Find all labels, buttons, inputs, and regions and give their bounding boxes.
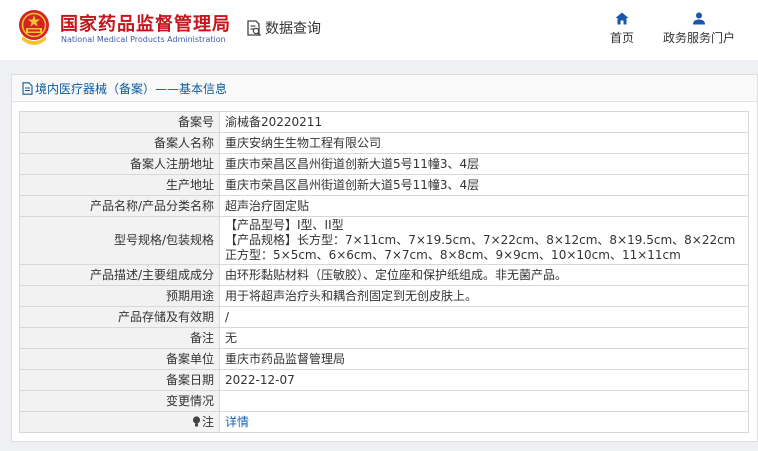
field-label-note: 注 [19,411,220,433]
model-spec-line-3: 正方型：5×5cm、6×6cm、7×7cm、8×8cm、9×9cm、10×10c… [225,248,681,262]
table-row: 备注 无 [19,327,749,349]
table-row: 产品存储及有效期 / [19,306,749,328]
field-value-storage: / [219,306,749,328]
breadcrumb: 境内医疗器械（备案）——基本信息 [12,75,757,102]
field-value-description: 由环形黏贴材料（压敏胶）、定位座和保护纸组成。非无菌产品。 [219,264,749,286]
field-value-filing-no: 渝械备20220211 [219,111,749,133]
home-icon [615,12,629,25]
table-row: 备案人注册地址 重庆市荣昌区昌州街道创新大道5号11幢3、4层 [19,153,749,175]
field-value-model-spec: 【产品型号】I型、II型 【产品规格】长方型：7×11cm、7×19.5cm、7… [219,216,749,265]
table-row: 注 详情 [19,411,749,433]
table-row: 产品名称/产品分类名称 超声治疗固定贴 [19,195,749,217]
nav-service-portal[interactable]: 政务服务门户 [662,12,736,46]
field-value-intended-use: 用于将超声治疗头和耦合剂固定到无创皮肤上。 [219,285,749,307]
table-row: 备案号 渝械备20220211 [19,111,749,133]
field-label-intended-use: 预期用途 [19,285,220,307]
table-row: 生产地址 重庆市荣昌区昌州街道创新大道5号11幢3、4层 [19,174,749,196]
field-value-production-address: 重庆市荣昌区昌州街道创新大道5号11幢3、4层 [219,174,749,196]
record-panel: 境内医疗器械（备案）——基本信息 备案号 渝械备20220211 备案人名称 重… [11,74,758,442]
field-value-change-info [219,390,749,412]
field-label-model-spec: 型号规格/包装规格 [19,216,220,265]
field-label-filer-name: 备案人名称 [19,132,220,154]
field-value-filer-address: 重庆市荣昌区昌州街道创新大道5号11幢3、4层 [219,153,749,175]
field-label-filing-unit: 备案单位 [19,348,220,370]
field-label-remark: 备注 [19,327,220,349]
site-header: 国家药品监督管理局 National Medical Products Admi… [0,0,758,60]
field-value-note: 详情 [219,411,749,433]
document-icon [22,81,33,95]
record-detail-table: 备案号 渝械备20220211 备案人名称 重庆安纳生生物工程有限公司 备案人注… [19,111,749,433]
nav-service-portal-label: 政务服务门户 [662,31,735,45]
nav-home[interactable]: 首页 [587,12,657,46]
note-label-text: 注 [201,414,214,429]
field-value-filer-name: 重庆安纳生生物工程有限公司 [219,132,749,154]
document-search-icon [247,19,261,36]
field-label-production-address: 生产地址 [19,174,220,196]
breadcrumb-text: 境内医疗器械（备案）——基本信息 [35,81,228,96]
model-spec-line-2: 【产品规格】长方型：7×11cm、7×19.5cm、7×22cm、8×12cm、… [225,233,736,247]
field-label-filing-no: 备案号 [19,111,220,133]
table-row: 变更情况 [19,390,749,412]
field-label-filer-address: 备案人注册地址 [19,153,220,175]
field-label-change-info: 变更情况 [19,390,220,412]
brand-name-en[interactable]: National Medical Products Administration [61,35,226,44]
data-query-link[interactable]: 数据查询 [246,18,321,38]
data-query-label: 数据查询 [265,21,321,37]
field-value-product-name: 超声治疗固定贴 [219,195,749,217]
field-label-filing-date: 备案日期 [19,369,220,391]
user-icon [693,12,705,25]
table-row: 产品描述/主要组成成分 由环形黏贴材料（压敏胶）、定位座和保护纸组成。非无菌产品… [19,264,749,286]
field-value-remark: 无 [219,327,749,349]
details-link[interactable]: 详情 [225,415,249,429]
field-value-filing-unit: 重庆市药品监督管理局 [219,348,749,370]
model-spec-line-1: 【产品型号】I型、II型 [225,218,344,232]
table-row: 型号规格/包装规格 【产品型号】I型、II型 【产品规格】长方型：7×11cm、… [19,216,749,265]
lightbulb-icon [192,415,201,426]
field-label-description: 产品描述/主要组成成分 [19,264,220,286]
nav-home-label: 首页 [609,31,634,45]
table-row: 预期用途 用于将超声治疗头和耦合剂固定到无创皮肤上。 [19,285,749,307]
brand-name-cn[interactable]: 国家药品监督管理局 [60,10,231,36]
table-row: 备案日期 2022-12-07 [19,369,749,391]
field-label-product-name: 产品名称/产品分类名称 [19,195,220,217]
field-value-filing-date: 2022-12-07 [219,369,749,391]
table-row: 备案人名称 重庆安纳生生物工程有限公司 [19,132,749,154]
field-label-storage: 产品存储及有效期 [19,306,220,328]
table-row: 备案单位 重庆市药品监督管理局 [19,348,749,370]
national-emblem-logo[interactable] [16,8,52,48]
